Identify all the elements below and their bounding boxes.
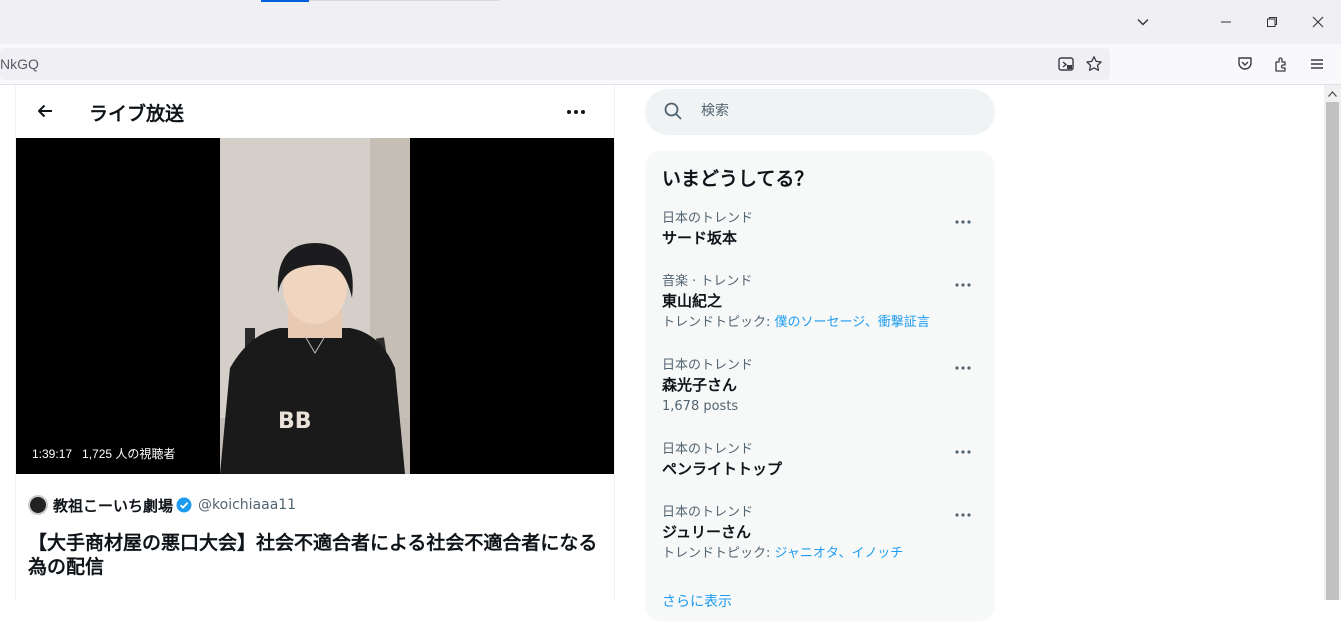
trends-panel: いまどうしてる？ 日本のトレンド サード坂本 音楽 · トレンド 東山紀之 トレ… — [645, 151, 995, 621]
trend-name[interactable]: 森光子さん — [662, 374, 982, 396]
video-stats: 1:39:17 1,725 人の視聴者 — [32, 445, 185, 462]
broadcast-header: ライブ放送 — [16, 85, 614, 138]
live-video-player[interactable]: BB 1:39:17 1,725 人の視聴者 — [16, 138, 614, 474]
viewer-count: 1,725 人の視聴者 — [82, 447, 176, 461]
extensions-icon[interactable] — [1269, 52, 1293, 76]
author-name[interactable]: 教祖こーいち劇場 — [53, 495, 173, 516]
trend-name[interactable]: サード坂本 — [662, 227, 982, 249]
trend-meta: 日本のトレンド — [662, 442, 754, 457]
trend-topic-links[interactable]: ジャニオタ、イノッチ — [775, 546, 904, 561]
trend-item[interactable]: 日本のトレンド サード坂本 — [662, 211, 982, 249]
trend-more-icon[interactable] — [950, 275, 976, 295]
streamer-illustration: BB — [220, 138, 410, 474]
page-title: ライブ放送 — [89, 103, 185, 125]
bookmark-star-icon[interactable] — [1082, 52, 1106, 76]
show-more-link[interactable]: さらに表示 — [662, 591, 732, 611]
trend-topics: トレンドトピック: ジャニオタ、イノッチ — [662, 545, 982, 563]
elapsed-time: 1:39:17 — [32, 447, 73, 461]
avatar[interactable] — [28, 495, 48, 515]
reader-view-icon[interactable] — [1054, 52, 1078, 76]
close-window-icon[interactable] — [1304, 8, 1332, 36]
scroll-up-arrow-icon[interactable] — [1324, 85, 1341, 102]
trend-topics: トレンドトピック: 僕のソーセージ、衝撃証言 — [662, 314, 982, 332]
url-text[interactable]: NkGQ — [0, 56, 39, 72]
search-icon — [663, 101, 683, 125]
trend-more-icon[interactable] — [950, 212, 976, 232]
trend-name[interactable]: ペンライトトップ — [662, 458, 982, 480]
trend-item[interactable]: 日本のトレンド 森光子さん 1,678 posts — [662, 358, 982, 416]
broadcast-author[interactable]: 教祖こーいち劇場 @koichiaaa11 — [28, 493, 296, 517]
author-handle[interactable]: @koichiaaa11 — [198, 497, 296, 513]
verified-badge-icon — [176, 497, 192, 513]
trend-name[interactable]: 東山紀之 — [662, 290, 982, 312]
minimize-icon[interactable] — [1212, 8, 1240, 36]
trend-meta: 日本のトレンド — [662, 211, 754, 226]
page-scrollbar[interactable] — [1324, 85, 1341, 600]
more-options-icon[interactable] — [561, 97, 591, 127]
app-menu-icon[interactable] — [1305, 52, 1329, 76]
trend-topic-label: トレンドトピック: — [662, 546, 771, 561]
trend-topic-label: トレンドトピック: — [662, 315, 771, 330]
broadcast-column: ライブ放送 BB 1:39:17 1,725 人の視聴者 教祖こーいち劇場 @k… — [15, 85, 615, 600]
browser-nav-bar: NkGQ — [0, 44, 1341, 85]
trend-post-count: 1,678 posts — [662, 399, 739, 414]
trend-topic-links[interactable]: 僕のソーセージ、衝撃証言 — [775, 315, 930, 330]
tab-list-chevron-icon[interactable] — [1129, 8, 1157, 36]
trend-name[interactable]: ジュリーさん — [662, 521, 982, 543]
tab-divider — [309, 0, 499, 1]
trends-heading: いまどうしてる？ — [662, 168, 814, 190]
scroll-thumb[interactable] — [1326, 102, 1339, 600]
broadcast-title: 【大手商材屋の悪口大会】社会不適合者による社会不適合者になる為の配信 — [28, 532, 598, 578]
svg-text:BB: BB — [278, 409, 312, 434]
trend-meta: 日本のトレンド — [662, 358, 754, 373]
trend-item[interactable]: 音楽 · トレンド 東山紀之 トレンドトピック: 僕のソーセージ、衝撃証言 — [662, 274, 982, 332]
trend-item[interactable]: 日本のトレンド ジュリーさん トレンドトピック: ジャニオタ、イノッチ — [662, 505, 982, 563]
video-frame-image: BB — [220, 138, 410, 474]
trend-more-icon[interactable] — [950, 505, 976, 525]
trend-more-icon[interactable] — [950, 442, 976, 462]
trend-more-icon[interactable] — [950, 358, 976, 378]
restore-icon[interactable] — [1258, 8, 1286, 36]
pocket-icon[interactable] — [1233, 52, 1257, 76]
trend-meta: 日本のトレンド — [662, 505, 754, 520]
browser-tab-bar — [0, 0, 1341, 44]
trend-meta: 音楽 · トレンド — [662, 274, 753, 289]
back-arrow-icon[interactable] — [28, 94, 62, 128]
search-input[interactable] — [701, 103, 971, 119]
url-bar[interactable]: NkGQ — [0, 48, 1110, 80]
trend-item[interactable]: 日本のトレンド ペンライトトップ — [662, 442, 982, 480]
active-tab-indicator — [261, 0, 309, 2]
search-box[interactable] — [645, 89, 995, 135]
